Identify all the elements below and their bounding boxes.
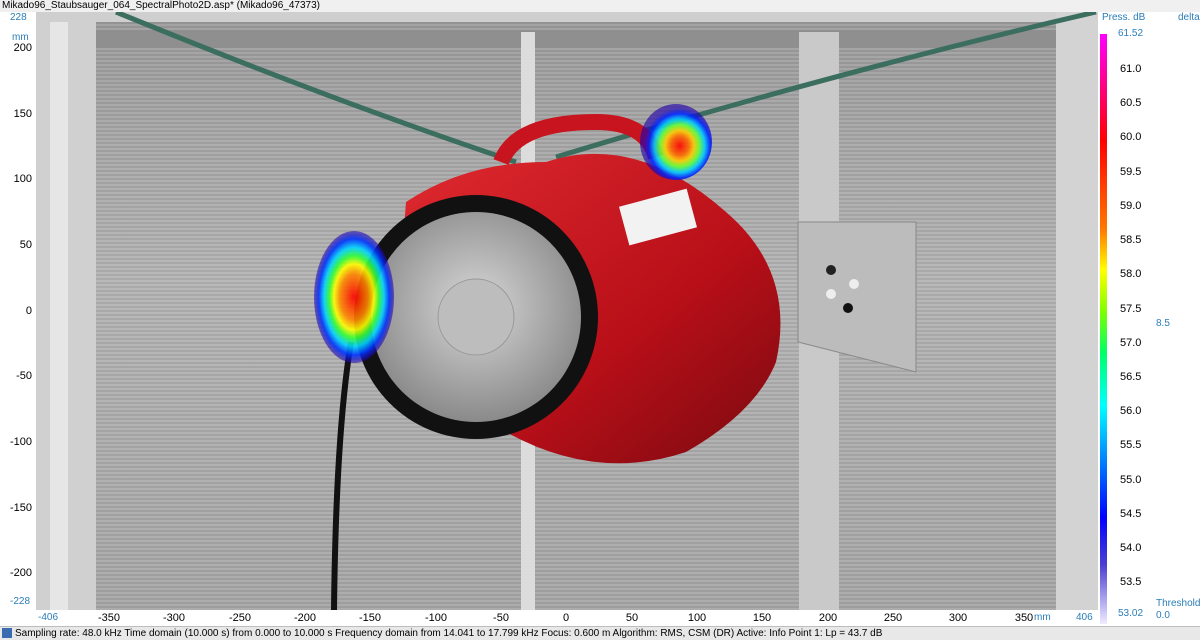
legend-tick: 58.5 — [1120, 234, 1142, 246]
hotspot-top[interactable] — [640, 104, 712, 180]
colorbar — [1100, 34, 1107, 624]
x-tick: 350 — [1014, 612, 1034, 624]
x-tick: 0 — [562, 612, 570, 624]
legend-tick: 57.5 — [1120, 303, 1142, 315]
x-tick: -350 — [97, 612, 121, 624]
x-tick: 250 — [883, 612, 903, 624]
x-tick: 300 — [948, 612, 968, 624]
legend-tick: 59.5 — [1120, 166, 1142, 178]
x-tick: -250 — [228, 612, 252, 624]
threshold-value[interactable]: 0.0 — [1156, 610, 1170, 621]
legend-tick: 57.0 — [1120, 337, 1142, 349]
status-icon — [2, 628, 12, 638]
legend-delta-value: 8.5 — [1156, 318, 1170, 329]
legend-tick: 60.0 — [1120, 131, 1142, 143]
x-tick: 150 — [752, 612, 772, 624]
acoustic-photo-plot[interactable] — [36, 12, 1098, 610]
hotspot-left[interactable] — [314, 231, 394, 363]
y-tick: 0 — [25, 305, 32, 317]
status-bar: Sampling rate: 48.0 kHz Time domain (10.… — [0, 626, 1200, 640]
x-min-label: -406 — [38, 612, 59, 623]
y-min-label: -228 — [10, 596, 31, 607]
x-tick: 100 — [687, 612, 707, 624]
y-tick: 200 — [13, 42, 32, 54]
legend-tick: 56.5 — [1120, 371, 1142, 383]
y-tick: -150 — [9, 502, 32, 514]
x-tick: 200 — [818, 612, 838, 624]
y-tick: 100 — [13, 173, 32, 185]
x-tick: -200 — [293, 612, 317, 624]
legend-tick: 56.0 — [1120, 405, 1142, 417]
x-max-label: 406 — [1076, 612, 1093, 623]
legend-tick: 60.5 — [1120, 97, 1142, 109]
x-tick: -100 — [424, 612, 448, 624]
x-tick: -50 — [493, 612, 509, 624]
y-tick: -200 — [9, 567, 32, 579]
legend-title: Press. dB — [1102, 12, 1146, 23]
x-tick: -150 — [358, 612, 382, 624]
legend-tick: 59.0 — [1120, 200, 1142, 212]
legend-tick: 55.0 — [1120, 474, 1142, 486]
y-tick: -50 — [16, 370, 32, 382]
y-axis: 228 mm 200 150 100 50 0 -50 -100 -150 -2… — [0, 12, 36, 610]
status-text: Sampling rate: 48.0 kHz Time domain (10.… — [15, 628, 883, 639]
legend-min-value: 53.02 — [1118, 608, 1144, 619]
scene-image — [36, 12, 1098, 610]
legend-tick: 58.0 — [1120, 268, 1142, 280]
y-tick: -100 — [9, 436, 32, 448]
y-tick: 50 — [19, 239, 32, 251]
legend-tick: 54.5 — [1120, 508, 1142, 520]
legend-max-value: 61.52 — [1118, 28, 1144, 39]
window-title: Mikado96_Staubsauger_064_SpectralPhoto2D… — [0, 0, 1200, 12]
x-axis: -406 -350 -300 -250 -200 -150 -100 -50 0… — [36, 610, 1098, 626]
y-max-label: 228 — [10, 12, 27, 23]
x-unit-label: mm — [1034, 612, 1051, 623]
legend-delta-header: delta — [1178, 12, 1200, 23]
legend-tick: 54.0 — [1120, 542, 1142, 554]
x-tick: 50 — [625, 612, 639, 624]
legend-tick: 53.5 — [1120, 576, 1142, 588]
y-tick: 150 — [13, 108, 32, 120]
color-legend: Press. dB delta 61.52 61.0 60.5 60.0 59.… — [1098, 12, 1200, 626]
threshold-label: Threshold — [1156, 598, 1200, 609]
legend-tick: 55.5 — [1120, 439, 1142, 451]
frame-top — [96, 30, 1096, 48]
x-tick: -300 — [162, 612, 186, 624]
power-cable — [331, 341, 354, 610]
legend-tick: 61.0 — [1120, 63, 1142, 75]
